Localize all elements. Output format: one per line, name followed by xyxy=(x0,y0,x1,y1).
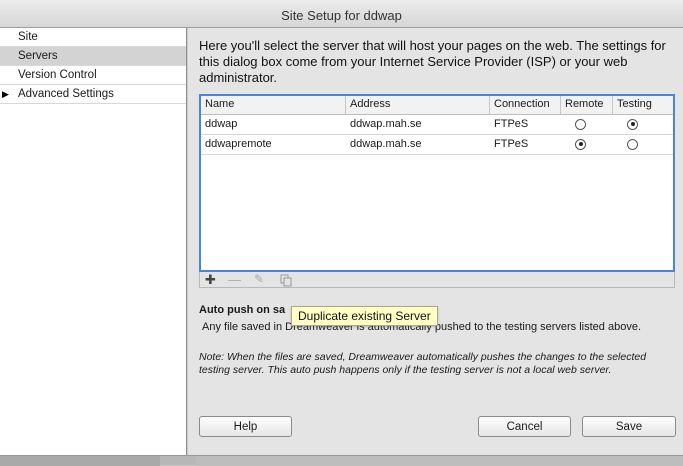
plus-icon[interactable]: ✚ xyxy=(205,272,216,287)
autopush-note: Note: When the files are saved, Dreamwea… xyxy=(199,351,647,376)
window-title: Site Setup for ddwap xyxy=(281,8,402,23)
remote-radio[interactable] xyxy=(575,118,586,130)
table-header: Name Address Connection Remote Testing xyxy=(201,96,673,115)
sidebar-item-label: Site xyxy=(18,31,38,43)
server-address: ddwap.mah.se xyxy=(350,138,422,150)
duplicate-icon[interactable] xyxy=(280,272,293,287)
minus-icon[interactable]: — xyxy=(228,272,241,287)
save-button[interactable]: Save xyxy=(582,416,676,437)
server-address: ddwap.mah.se xyxy=(350,118,422,130)
main-panel: Here you'll select the server that will … xyxy=(188,28,683,455)
table-row[interactable]: ddwap ddwap.mah.se FTPeS xyxy=(201,115,673,135)
help-button[interactable]: Help xyxy=(199,416,292,437)
column-header-testing[interactable]: Testing xyxy=(613,96,673,114)
server-name: ddwap xyxy=(205,118,238,130)
status-bar xyxy=(0,455,683,466)
server-connection: FTPeS xyxy=(494,118,529,130)
tooltip: Duplicate existing Server xyxy=(291,306,438,326)
pencil-icon[interactable]: ✎ xyxy=(254,272,264,287)
cancel-button[interactable]: Cancel xyxy=(478,416,571,437)
column-header-address[interactable]: Address xyxy=(346,96,490,114)
sidebar-item-label: Advanced Settings xyxy=(18,88,114,100)
server-connection: FTPeS xyxy=(494,138,529,150)
column-header-remote[interactable]: Remote xyxy=(561,96,613,114)
intro-text: Here you'll select the server that will … xyxy=(199,38,666,85)
testing-radio[interactable] xyxy=(627,138,638,150)
sidebar-item-site[interactable]: Site xyxy=(0,28,186,47)
remote-radio[interactable] xyxy=(575,138,586,150)
server-toolbar: ✚ — ✎ xyxy=(199,272,675,288)
testing-radio[interactable] xyxy=(627,118,638,130)
column-header-connection[interactable]: Connection xyxy=(490,96,561,114)
sidebar: Site Servers Version Control ▶ Advanced … xyxy=(0,28,187,455)
disclosure-triangle-icon[interactable]: ▶ xyxy=(2,85,9,104)
sidebar-item-advanced-settings[interactable]: ▶ Advanced Settings xyxy=(0,85,186,104)
servers-table[interactable]: Name Address Connection Remote Testing d… xyxy=(199,94,675,272)
column-header-name[interactable]: Name xyxy=(201,96,346,114)
sidebar-item-label: Version Control xyxy=(18,69,97,81)
sidebar-item-servers[interactable]: Servers xyxy=(0,47,186,66)
table-row[interactable]: ddwapremote ddwap.mah.se FTPeS xyxy=(201,135,673,155)
server-name: ddwapremote xyxy=(205,138,272,150)
autopush-label: Auto push on sa xyxy=(199,304,286,316)
sidebar-item-label: Servers xyxy=(18,50,58,62)
title-bar: Site Setup for ddwap xyxy=(0,0,683,28)
sidebar-item-version-control[interactable]: Version Control xyxy=(0,66,186,85)
